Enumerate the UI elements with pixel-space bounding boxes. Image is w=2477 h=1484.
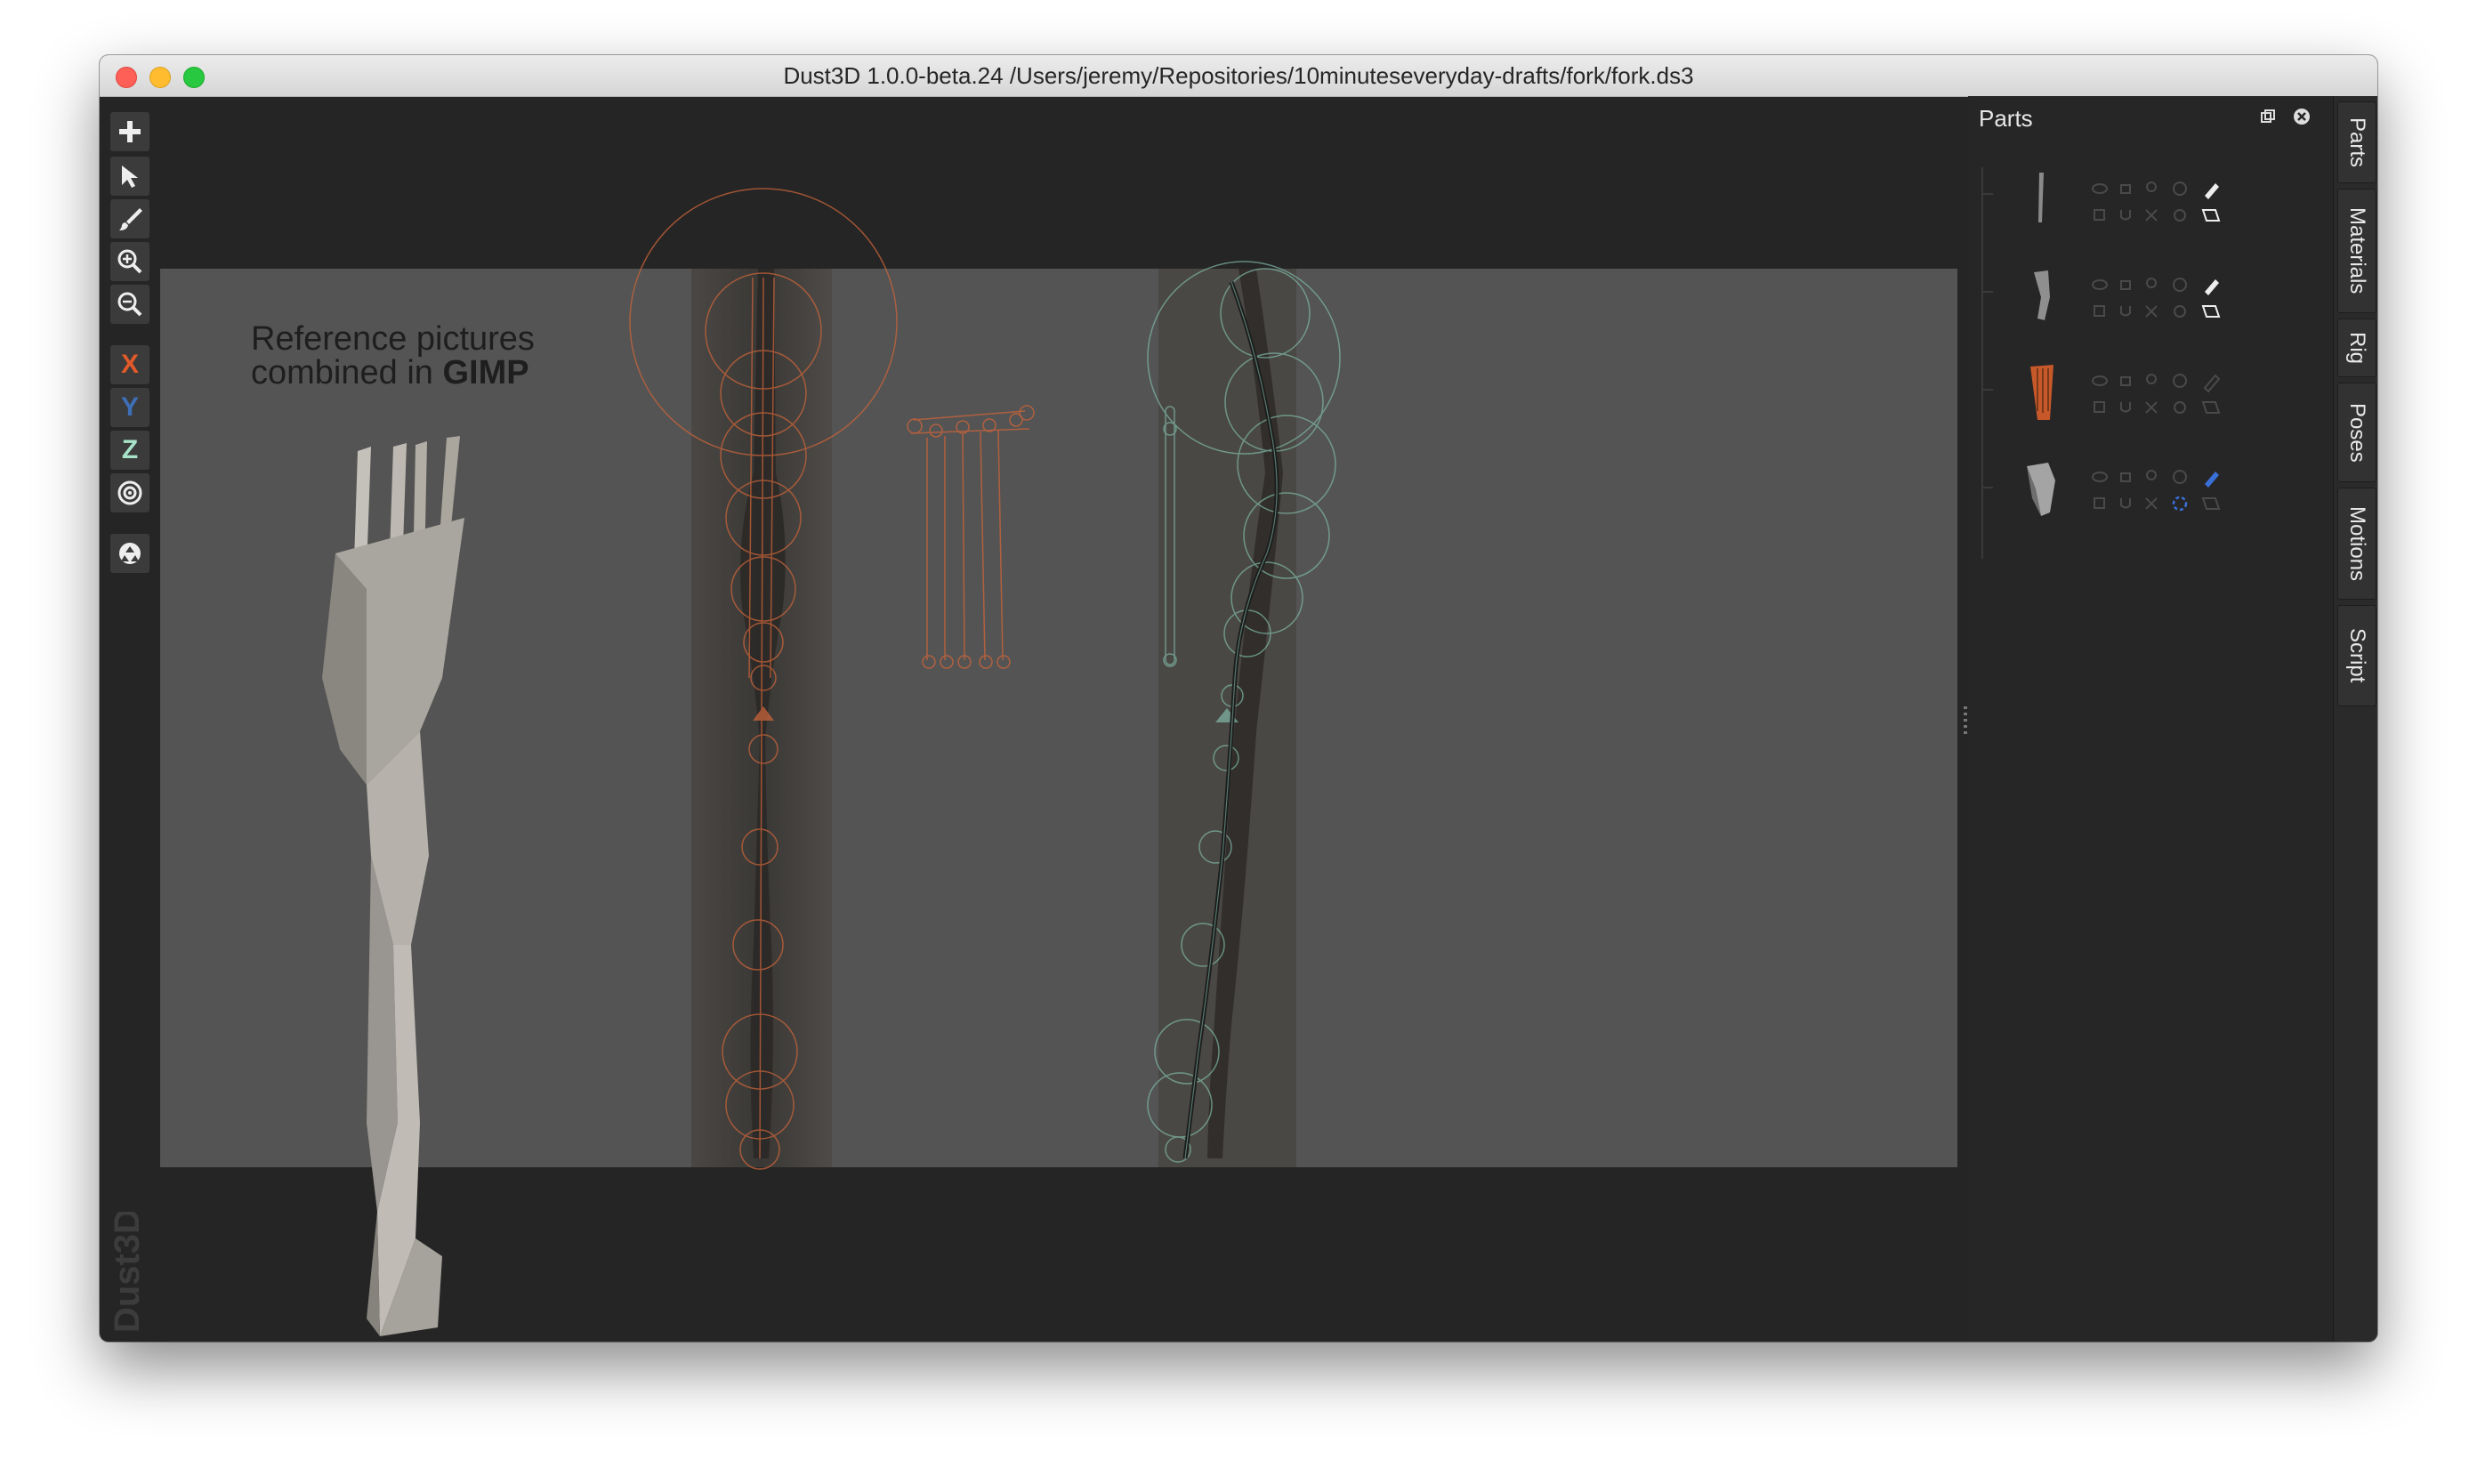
y-axis-label: Y	[120, 392, 139, 422]
select-tool-button[interactable]	[110, 157, 149, 196]
annotation-gimp: GIMP	[442, 354, 529, 391]
zoom-in-icon	[117, 249, 142, 274]
tab-script[interactable]: Script	[2337, 605, 2376, 706]
tines-nodes[interactable]	[907, 405, 1035, 669]
zoom-out-button[interactable]	[110, 285, 149, 324]
tab-poses-label: Poses	[2345, 402, 2369, 463]
plus-icon	[119, 121, 141, 142]
paint-tool-button[interactable]	[110, 199, 149, 238]
radius-tool-button[interactable]	[110, 473, 149, 512]
tab-materials-label: Materials	[2345, 207, 2369, 294]
tab-parts[interactable]: Parts	[2337, 101, 2376, 183]
part-row-3[interactable]	[1989, 352, 2239, 441]
part-2-toggles[interactable]	[2087, 272, 2247, 326]
z-axis-button[interactable]: Z	[110, 431, 149, 470]
part-row-2[interactable]	[1989, 256, 2239, 345]
tab-materials[interactable]: Materials	[2337, 189, 2376, 313]
annotation-line-1: Reference pictures	[251, 320, 535, 358]
parts-panel: Parts	[1968, 96, 2342, 1342]
zoom-in-button[interactable]	[110, 242, 149, 281]
x-axis-label: X	[120, 350, 139, 379]
watermark-text: Dust3D	[108, 1212, 147, 1333]
pointer-icon	[122, 165, 138, 188]
add-tool-button[interactable]	[110, 112, 149, 151]
regenerate-button[interactable]	[110, 534, 149, 573]
tab-motions-label: Motions	[2345, 505, 2369, 582]
annotation-line-2-text: combined in	[251, 354, 443, 391]
float-panel-button[interactable]	[2256, 105, 2279, 128]
zoom-out-icon	[117, 292, 142, 317]
target-icon	[117, 480, 142, 505]
close-panel-button[interactable]	[2290, 105, 2313, 128]
side-tab-bar: Parts Materials Rig Poses Motions Script	[2333, 96, 2377, 1342]
brush-icon	[119, 208, 142, 230]
part-4-toggles[interactable]	[2087, 464, 2247, 518]
z-axis-label: Z	[121, 435, 139, 464]
tab-rig-label: Rig	[2345, 331, 2369, 364]
app-window: Dust3D 1.0.0-beta.24 /Users/jeremy/Repos…	[100, 55, 2377, 1342]
recycle-icon	[119, 543, 141, 564]
part-row-1[interactable]	[1989, 160, 2239, 249]
dust3d-watermark: Dust3D	[101, 1208, 155, 1336]
part-1-toggles[interactable]	[2087, 176, 2247, 230]
close-icon	[2294, 109, 2310, 125]
curved-handle-part-thumbnail[interactable]	[2005, 262, 2077, 333]
tab-parts-label: Parts	[2345, 117, 2369, 167]
thin-rod-part-thumbnail[interactable]	[2005, 165, 2077, 237]
annotation-line-2: combined in GIMP	[251, 356, 589, 390]
tab-rig[interactable]: Rig	[2337, 319, 2376, 377]
x-axis-button[interactable]: X	[110, 345, 149, 384]
fork-3d-model[interactable]	[322, 436, 464, 1336]
y-axis-button[interactable]: Y	[110, 388, 149, 427]
part-row-4[interactable]	[1989, 448, 2239, 537]
float-window-icon	[2261, 109, 2275, 123]
tab-motions[interactable]: Motions	[2337, 488, 2376, 600]
tab-script-label: Script	[2345, 628, 2369, 683]
head-part-thumbnail[interactable]	[2005, 454, 2077, 525]
part-3-toggles[interactable]	[2087, 368, 2247, 422]
tab-poses[interactable]: Poses	[2337, 383, 2376, 482]
reference-annotation: Reference pictures combined in GIMP	[251, 322, 589, 390]
tines-part-thumbnail[interactable]	[2005, 358, 2077, 429]
